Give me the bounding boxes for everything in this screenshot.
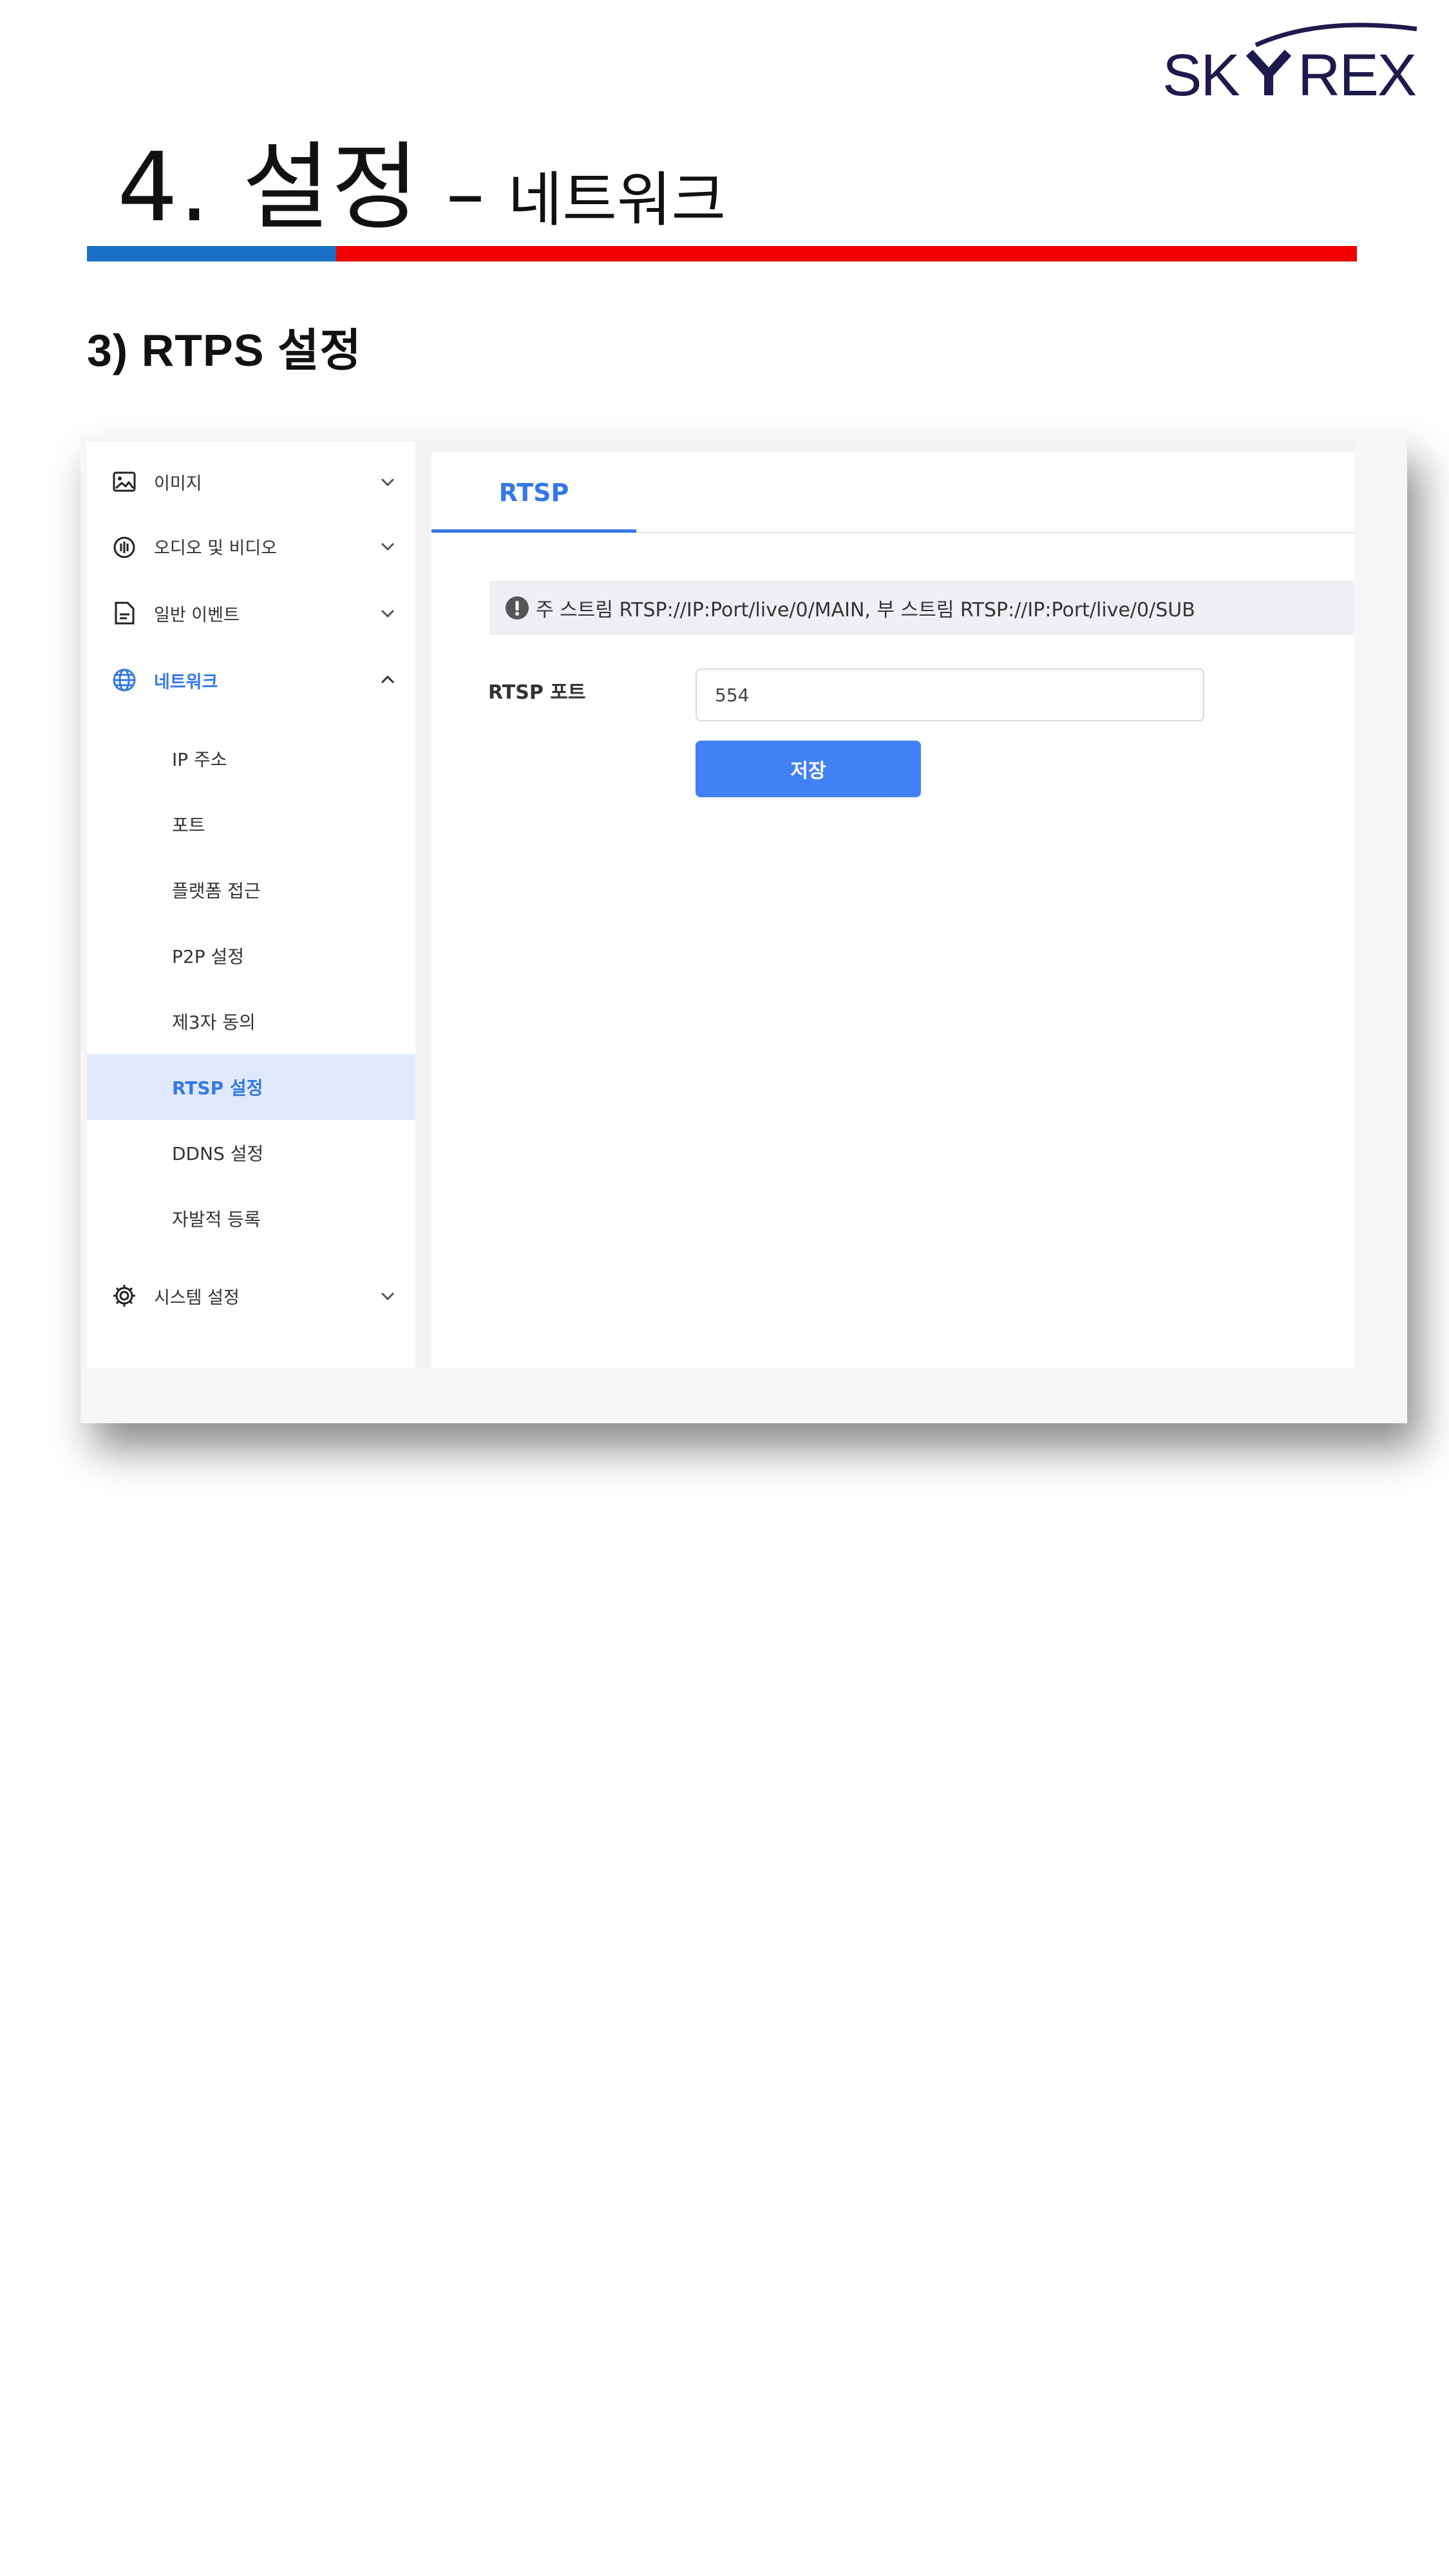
audio-video-icon (113, 536, 135, 558)
title-bar-red (336, 246, 1357, 261)
rtsp-port-label: RTSP 포트 (488, 681, 586, 704)
chevron-down-icon (381, 609, 395, 618)
chevron-down-icon (381, 1292, 395, 1301)
sidebar-subitem-label: 플랫폼 접근 (172, 880, 261, 902)
page-title-main: 4. 설정 (117, 132, 421, 243)
content-panel: RTSP 주 스트림 RTSP://IP:Port/live/0/MAIN, 부… (431, 452, 1354, 1368)
sidebar-subitem-label: P2P 설정 (172, 946, 245, 967)
sidebar-item-label: 이미지 (154, 473, 202, 494)
page-title: 4. 설정 – 네트워크 (117, 109, 726, 243)
page-title-dash: – (446, 149, 485, 239)
save-button[interactable]: 저장 (696, 741, 921, 797)
tab-active-underline (431, 529, 636, 533)
sidebar-subitem-label: 포트 (172, 815, 205, 836)
rtsp-port-input[interactable] (696, 668, 1204, 721)
sidebar-subitem-label: DDNS 설정 (172, 1143, 264, 1164)
gear-icon (113, 1285, 135, 1307)
sidebar-subitem-label: RTSP 설정 (172, 1077, 263, 1099)
sidebar-subitem-label: 제3자 동의 (172, 1012, 256, 1033)
sidebar-item-audio-video[interactable]: 오디오 및 비디오 (87, 517, 415, 575)
sidebar-subitem-port[interactable]: 포트 (87, 791, 415, 857)
skyrex-logo: SK REX (1162, 23, 1417, 103)
chevron-down-icon (381, 478, 395, 487)
sidebar-subitem-label: IP 주소 (172, 749, 227, 770)
sidebar-subitem-ddns[interactable]: DDNS 설정 (87, 1120, 415, 1186)
sidebar-subitem-label: 자발적 등록 (172, 1209, 261, 1230)
sidebar: 이미지 오디오 및 비디오 일반 이벤트 네트워크 IP 주소 포트 플랫폼 접… (87, 441, 415, 1368)
svg-text:SK: SK (1162, 43, 1240, 103)
tab-rtsp[interactable]: RTSP (431, 452, 636, 533)
sidebar-item-network[interactable]: 네트워크 (87, 651, 415, 709)
image-icon (113, 471, 136, 492)
page-title-sub: 네트워크 (507, 166, 726, 234)
sidebar-item-general-event[interactable]: 일반 이벤트 (87, 584, 415, 642)
chevron-up-icon (381, 675, 395, 684)
sidebar-item-label: 일반 이벤트 (154, 605, 240, 625)
sidebar-item-label: 시스템 설정 (154, 1287, 240, 1308)
sidebar-item-system-settings[interactable]: 시스템 설정 (87, 1267, 415, 1325)
sidebar-subitem-ip-address[interactable]: IP 주소 (87, 726, 415, 791)
sidebar-item-image[interactable]: 이미지 (87, 453, 415, 511)
sidebar-subitem-p2p[interactable]: P2P 설정 (87, 923, 415, 989)
sidebar-item-label: 네트워크 (154, 672, 218, 692)
sidebar-subitem-voluntary-registration[interactable]: 자발적 등록 (87, 1186, 415, 1251)
section-title: 3) RTPS 설정 (87, 325, 362, 375)
chevron-down-icon (381, 542, 395, 551)
notice-text: 주 스트림 RTSP://IP:Port/live/0/MAIN, 부 스트림 … (536, 599, 1195, 621)
sidebar-subitem-platform-access[interactable]: 플랫폼 접근 (87, 857, 415, 923)
document-icon (115, 601, 135, 625)
sidebar-item-label: 오디오 및 비디오 (154, 538, 278, 558)
info-icon (506, 596, 529, 620)
globe-icon (113, 668, 136, 692)
sidebar-subitem-rtsp[interactable]: RTSP 설정 (87, 1054, 415, 1120)
sidebar-subitem-third-party-consent[interactable]: 제3자 동의 (87, 989, 415, 1054)
svg-text:REX: REX (1298, 43, 1416, 103)
title-bar-blue (87, 246, 336, 261)
rtsp-notice: 주 스트림 RTSP://IP:Port/live/0/MAIN, 부 스트림 … (489, 581, 1354, 635)
settings-screenshot: 이미지 오디오 및 비디오 일반 이벤트 네트워크 IP 주소 포트 플랫폼 접… (87, 441, 1354, 1368)
